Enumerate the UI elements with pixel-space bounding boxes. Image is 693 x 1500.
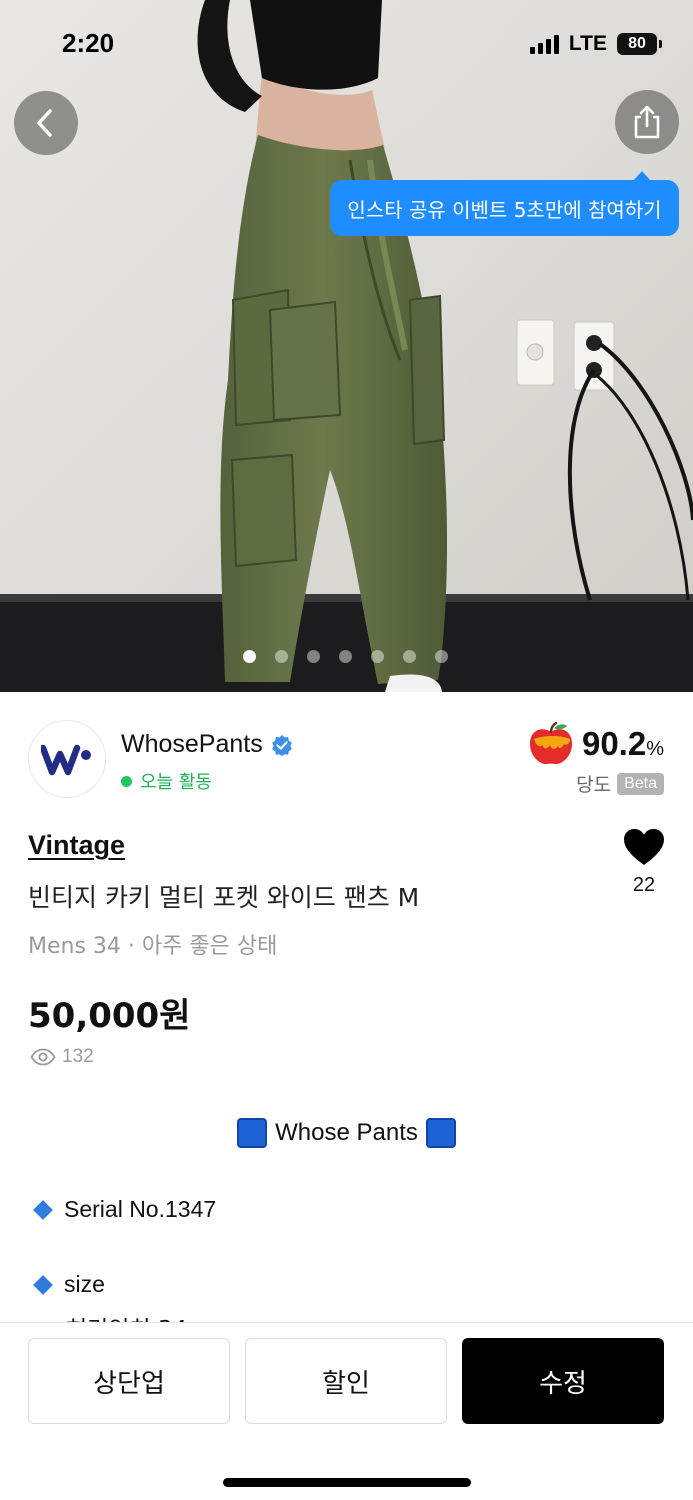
apple-rating-icon [529, 722, 572, 765]
discount-button[interactable]: 할인 [245, 1338, 447, 1424]
description-line-text: size [64, 1271, 105, 1297]
carousel-dot[interactable] [403, 650, 416, 663]
seller-section[interactable]: WhosePants 오늘 활동 90.2% 당도 Beta [28, 720, 668, 802]
share-event-tooltip[interactable]: 인스타 공유 이벤트 5초만에 참여하기 [330, 171, 679, 236]
seller-rating[interactable]: 90.2% [528, 722, 664, 766]
product-title: 빈티지 카키 멀티 포켓 와이드 팬츠 M [28, 883, 420, 912]
chevron-left-icon [37, 109, 52, 137]
seller-name-text: WhosePants [121, 730, 263, 758]
rating-label: 당도 [576, 774, 612, 796]
blue-square-icon [425, 1118, 456, 1148]
seller-activity-status: 오늘 활동 [121, 768, 212, 794]
description-line: size [32, 1271, 105, 1298]
bump-button-label: 상단업 [93, 1368, 165, 1399]
seller-avatar[interactable] [28, 720, 106, 798]
battery-icon: 80 [617, 33, 662, 55]
description-line-text: Serial No.1347 [64, 1196, 217, 1222]
carousel-dot[interactable] [339, 650, 352, 663]
edit-button-label: 수정 [539, 1368, 587, 1399]
signal-icon [529, 34, 559, 54]
back-button[interactable] [14, 91, 78, 155]
beta-badge: Beta [617, 772, 664, 795]
brand-link[interactable]: Vintage [28, 830, 125, 861]
share-icon [634, 105, 660, 139]
product-image-carousel[interactable]: 2:20 LTE 80 인스타 공유 이벤트 5초만에 참여하기 [0, 0, 693, 692]
carousel-dot[interactable] [275, 650, 288, 663]
eye-icon [30, 1048, 56, 1066]
blue-square-icon [237, 1118, 268, 1148]
description-heading-text: Whose Pants [275, 1119, 418, 1146]
view-count: 132 [30, 1046, 94, 1068]
product-meta: Mens 34 · 아주 좋은 상태 [28, 934, 278, 959]
carousel-dot[interactable] [307, 650, 320, 663]
carousel-dot[interactable] [435, 650, 448, 663]
bottom-action-bar: 상단업 할인 수정 [0, 1322, 693, 1500]
tooltip-text: 인스타 공유 이벤트 5초만에 참여하기 [347, 197, 662, 222]
status-bar: 2:20 LTE 80 [0, 0, 693, 90]
seller-logo [41, 744, 91, 776]
rating-value: 90.2% [581, 725, 664, 762]
carousel-dot[interactable] [371, 650, 384, 663]
like-button[interactable]: 22 [616, 828, 672, 897]
like-count: 22 [632, 874, 656, 896]
product-price: 50,000원 [28, 996, 191, 1036]
edit-button[interactable]: 수정 [462, 1338, 664, 1424]
heart-icon [624, 829, 664, 865]
blue-diamond-icon [32, 1274, 54, 1296]
seller-name[interactable]: WhosePants [121, 730, 293, 759]
share-button[interactable] [615, 90, 679, 154]
product-photo [0, 0, 693, 692]
status-indicators: LTE 80 [529, 32, 662, 56]
discount-button-label: 할인 [322, 1368, 370, 1399]
carousel-dot[interactable] [243, 650, 256, 663]
carousel-indicator [243, 650, 448, 663]
rating-label-row: 당도 Beta [576, 770, 664, 797]
network-label: LTE [568, 32, 607, 55]
activity-text: 오늘 활동 [140, 772, 212, 793]
status-time: 2:20 [62, 28, 115, 58]
bump-button[interactable]: 상단업 [28, 1338, 230, 1424]
verified-badge-icon [271, 734, 292, 756]
description-heading: Whose Pants [0, 1118, 693, 1148]
home-indicator[interactable] [223, 1478, 471, 1487]
blue-diamond-icon [32, 1199, 54, 1221]
online-dot-icon [121, 775, 132, 787]
view-count-text: 132 [62, 1046, 94, 1067]
description-line: Serial No.1347 [32, 1196, 216, 1223]
